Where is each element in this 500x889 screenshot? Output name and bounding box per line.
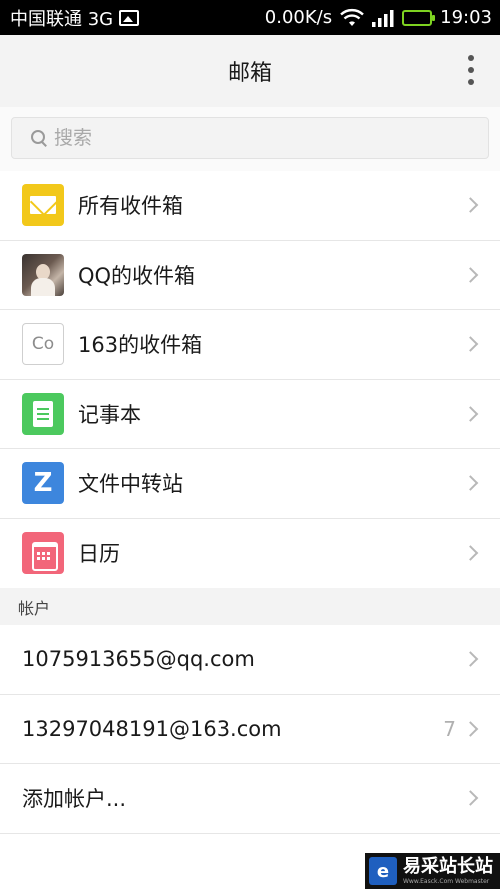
site-watermark: e 易采站长站 Www.Easck.Com Webmaster (365, 853, 500, 889)
status-bar: 中国联通 3G 0.00K/s 19:03 (0, 0, 500, 35)
file-transfer-icon (22, 462, 64, 505)
account-row-163[interactable]: 13297048191@163.com 7 (0, 694, 500, 764)
add-account-button[interactable]: 添加帐户... (0, 764, 500, 834)
list-item-file-transfer[interactable]: 文件中转站 (0, 449, 500, 519)
more-options-icon[interactable] (466, 55, 476, 85)
search-box[interactable] (11, 117, 489, 159)
co-icon: Co (22, 323, 64, 366)
account-email: 13297048191@163.com (22, 716, 282, 741)
account-email: 1075913655@qq.com (22, 647, 255, 672)
network-speed: 0.00K/s (264, 7, 333, 28)
chevron-right-icon (462, 336, 479, 353)
image-notification-icon (119, 9, 140, 26)
list-item-label: 163的收件箱 (78, 333, 203, 358)
list-item-qq-inbox[interactable]: QQ的收件箱 (0, 240, 500, 310)
chevron-right-icon (462, 266, 479, 283)
carrier-text: 中国联通 3G (10, 8, 114, 30)
list-item-calendar[interactable]: 日历 (0, 518, 500, 588)
list-item-label: 日历 (78, 542, 120, 567)
chevron-right-icon (462, 405, 479, 422)
calendar-icon (22, 532, 64, 575)
app-bar: 邮箱 (0, 35, 500, 107)
mailbox-list: 所有收件箱 QQ的收件箱 Co 163的收件箱 记事本 文件中转站 日历 帐户 … (0, 171, 500, 834)
wifi-icon (340, 8, 364, 26)
battery-icon (402, 9, 436, 26)
signal-icon (372, 9, 394, 27)
chevron-right-icon (462, 545, 479, 562)
unread-count-badge: 7 (443, 716, 456, 741)
list-item-notepad[interactable]: 记事本 (0, 379, 500, 449)
chevron-right-icon (462, 720, 479, 737)
watermark-text: 易采站长站 (403, 856, 493, 877)
accounts-section-header: 帐户 (0, 588, 500, 625)
clock: 19:03 (440, 7, 492, 28)
search-input[interactable] (54, 127, 454, 149)
list-item-all-inboxes[interactable]: 所有收件箱 (0, 171, 500, 241)
page-title: 邮箱 (227, 61, 272, 86)
watermark-logo-icon: e (369, 857, 397, 885)
chevron-right-icon (462, 651, 479, 668)
avatar-photo-icon (22, 253, 64, 296)
chevron-right-icon (462, 790, 479, 807)
chevron-right-icon (462, 197, 479, 214)
list-item-label: 文件中转站 (78, 472, 183, 497)
watermark-subtext: Www.Easck.Com Webmaster (403, 878, 490, 885)
notepad-icon (22, 392, 64, 435)
account-row-qq[interactable]: 1075913655@qq.com (0, 625, 500, 695)
chevron-right-icon (462, 475, 479, 492)
list-item-label: QQ的收件箱 (78, 263, 196, 288)
mail-icon (22, 184, 64, 227)
search-area (0, 107, 500, 171)
list-item-label: 所有收件箱 (78, 194, 183, 219)
search-icon (30, 129, 48, 147)
list-item-label: 记事本 (78, 402, 141, 427)
add-account-label: 添加帐户... (22, 787, 127, 812)
list-item-163-inbox[interactable]: Co 163的收件箱 (0, 310, 500, 380)
